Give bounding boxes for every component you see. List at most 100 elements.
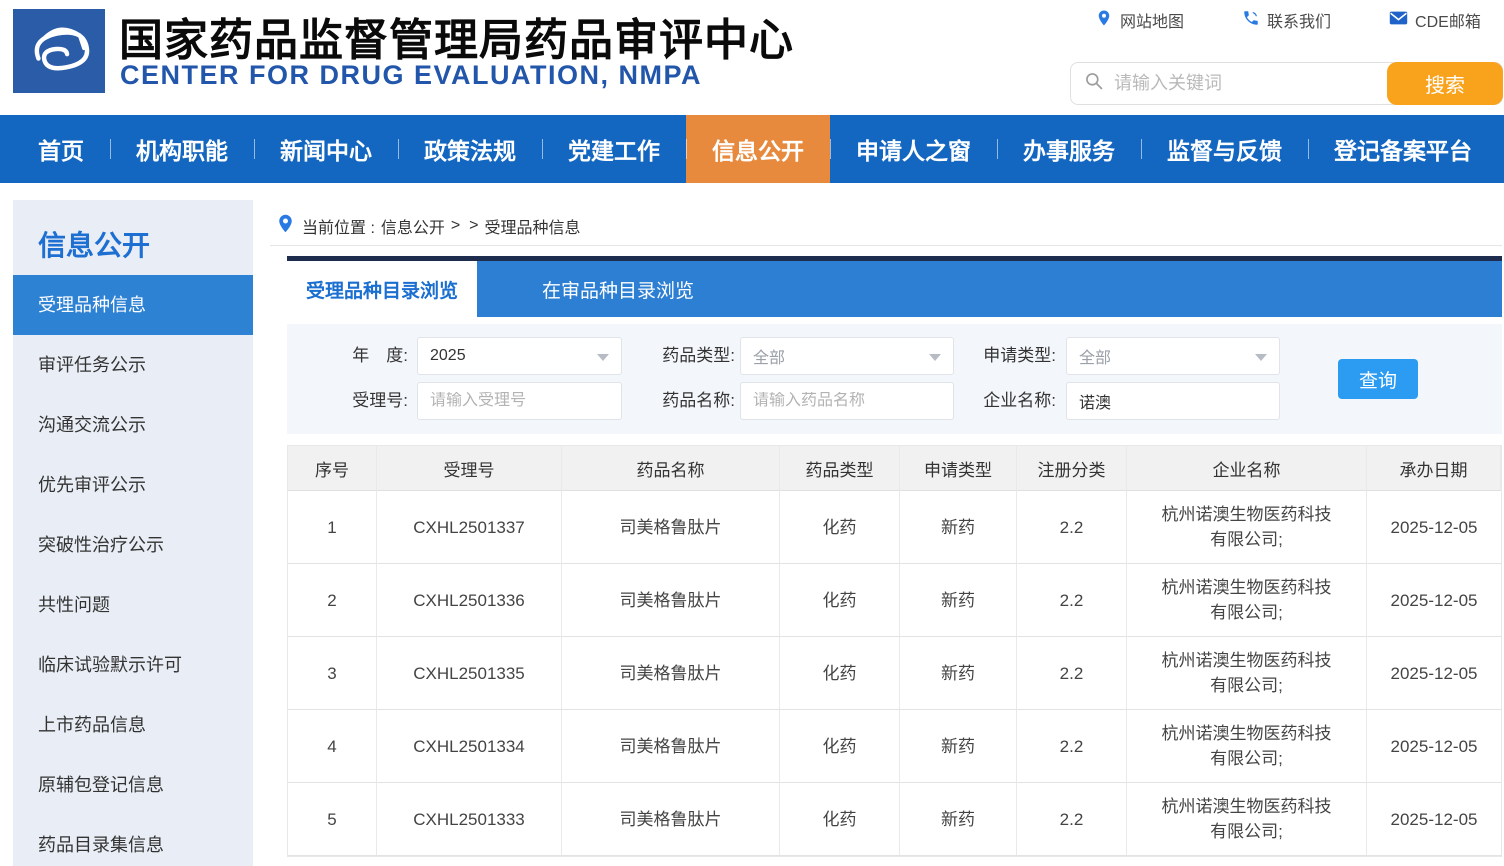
drug-type-value: 全部 [753,350,786,367]
company-name-input[interactable] [1079,392,1267,410]
cell-apply-type: 新药 [900,637,1017,710]
cell-date: 2025-12-05 [1367,637,1501,710]
drug-name-input[interactable] [753,392,941,410]
location-pin-icon [278,214,293,238]
nav-item[interactable]: 申请人之窗 [830,115,997,183]
cell-date: 2025-12-05 [1367,491,1501,564]
nav-item[interactable]: 首页 [12,115,110,183]
cell-reg-category: 2.2 [1017,564,1127,637]
cell-index: 1 [288,491,377,564]
sidebar-item[interactable]: 原辅包登记信息 [13,755,253,815]
sidebar-item[interactable]: 优先审评公示 [13,455,253,515]
nav-item[interactable]: 办事服务 [997,115,1141,183]
cde-emblem-icon [22,16,96,87]
cell-apply-type: 新药 [900,710,1017,783]
cell-drug-type: 化药 [780,710,900,783]
contact-label: 联系我们 [1267,14,1332,31]
cell-company: 杭州诺澳生物医药科技有限公司; [1127,564,1367,637]
cell-reg-category: 2.2 [1017,710,1127,783]
filter-panel: 年 度: 2025 药品类型: 全部 申请类型: 全部 受理号: 药品名称: 企… [287,324,1502,434]
nav-item[interactable]: 登记备案平台 [1308,115,1498,183]
cell-company: 杭州诺澳生物医药科技有限公司; [1127,783,1367,856]
phone-icon [1242,9,1260,32]
tab-under-review-catalog[interactable]: 在审品种目录浏览 [477,261,759,317]
table-row: 1 CXHL2501337 司美格鲁肽片 化药 新药 2.2 杭州诺澳生物医药科… [288,491,1501,564]
cell-date: 2025-12-05 [1367,564,1501,637]
nav-item[interactable]: 监督与反馈 [1141,115,1308,183]
company-name-label: 企业名称: [983,391,1056,410]
drug-name-label: 药品名称: [662,391,735,410]
cell-drug-name: 司美格鲁肽片 [562,491,780,564]
table-header-cell: 受理号 [377,446,562,491]
sidebar-item[interactable]: 受理品种信息 [13,275,253,335]
sidebar: 信息公开 受理品种信息 审评任务公示 沟通交流公示 优先审评公示 突破性治疗公示 共性问题… [13,200,253,866]
cell-company: 杭州诺澳生物医药科技有限公司; [1127,491,1367,564]
contact-link[interactable]: 联系我们 [1242,8,1331,32]
year-select[interactable]: 2025 [417,337,622,375]
cell-acceptance-no: CXHL2501334 [377,710,562,783]
year-label: 年 度: [352,346,408,365]
table-header-cell: 注册分类 [1017,446,1127,491]
nav-item[interactable]: 新闻中心 [254,115,398,183]
table-header-row: 序号 受理号 药品名称 药品类型 申请类型 注册分类 企业名称 承办日期 [288,446,1501,491]
sidebar-item[interactable]: 药品目录集信息 [13,815,253,866]
search-bar: 搜索 [1070,62,1503,105]
company-name-field [1066,382,1280,420]
sidebar-item[interactable]: 共性问题 [13,575,253,635]
acceptance-no-input[interactable] [430,392,609,410]
table-header-cell: 承办日期 [1367,446,1501,491]
breadcrumb-current: 受理品种信息 [484,219,581,237]
query-button[interactable]: 查询 [1338,359,1418,399]
search-button[interactable]: 搜索 [1387,62,1503,105]
cell-apply-type: 新药 [900,564,1017,637]
map-pin-icon [1095,9,1113,32]
sidebar-item[interactable]: 突破性治疗公示 [13,515,253,575]
cell-drug-name: 司美格鲁肽片 [562,710,780,783]
cell-acceptance-no: CXHL2501336 [377,564,562,637]
drug-name-field [740,382,954,420]
nav-item[interactable]: 信息公开 [686,115,830,183]
sidebar-item[interactable]: 沟通交流公示 [13,395,253,455]
cell-index: 2 [288,564,377,637]
acceptance-no-label: 受理号: [352,391,408,410]
cell-drug-name: 司美格鲁肽片 [562,564,780,637]
table-row: 5 CXHL2501333 司美格鲁肽片 化药 新药 2.2 杭州诺澳生物医药科… [288,783,1501,856]
nav-item[interactable]: 政策法规 [398,115,542,183]
cell-acceptance-no: CXHL2501335 [377,637,562,710]
sitemap-link[interactable]: 网站地图 [1095,8,1184,32]
breadcrumb-prefix: 当前位置 : [302,219,375,237]
apply-type-select[interactable]: 全部 [1066,337,1280,375]
cell-reg-category: 2.2 [1017,637,1127,710]
cell-apply-type: 新药 [900,491,1017,564]
table-row: 2 CXHL2501336 司美格鲁肽片 化药 新药 2.2 杭州诺澳生物医药科… [288,564,1501,637]
cell-index: 4 [288,710,377,783]
table-row: 4 CXHL2501334 司美格鲁肽片 化药 新药 2.2 杭州诺澳生物医药科… [288,710,1501,783]
cell-drug-name: 司美格鲁肽片 [562,637,780,710]
breadcrumb: 当前位置 : 信息公开 > > 受理品种信息 [270,206,1502,246]
breadcrumb-home[interactable]: 信息公开 [381,214,445,238]
sidebar-item[interactable]: 上市药品信息 [13,695,253,755]
mailbox-link[interactable]: CDE邮箱 [1389,8,1481,32]
table-row: 3 CXHL2501335 司美格鲁肽片 化药 新药 2.2 杭州诺澳生物医药科… [288,637,1501,710]
site-title: 国家药品监督管理局药品审评中心 [119,16,794,65]
cell-date: 2025-12-05 [1367,783,1501,856]
mail-icon [1389,10,1408,31]
cde-logo[interactable] [13,9,105,93]
drug-type-select[interactable]: 全部 [740,337,954,375]
sidebar-item[interactable]: 临床试验默示许可 [13,635,253,695]
search-input[interactable] [1104,73,1387,94]
sidebar-item[interactable]: 审评任务公示 [13,335,253,395]
apply-type-value: 全部 [1079,350,1112,367]
nav-item[interactable]: 机构职能 [110,115,254,183]
apply-type-label: 申请类型: [983,346,1056,365]
nav-item[interactable]: 党建工作 [542,115,686,183]
cell-drug-type: 化药 [780,564,900,637]
tab-accepted-catalog[interactable]: 受理品种目录浏览 [287,261,477,317]
cell-drug-name: 司美格鲁肽片 [562,783,780,856]
table-header-cell: 序号 [288,446,377,491]
year-value: 2025 [430,347,466,364]
main-nav: 首页 机构职能 新闻中心 政策法规 党建工作 信息公开 申请人之窗 办事服务 监督与反馈 登记备案… [0,115,1504,183]
chevron-down-icon [597,354,609,361]
cell-index: 5 [288,783,377,856]
table-body: 1 CXHL2501337 司美格鲁肽片 化药 新药 2.2 杭州诺澳生物医药科… [288,491,1501,856]
